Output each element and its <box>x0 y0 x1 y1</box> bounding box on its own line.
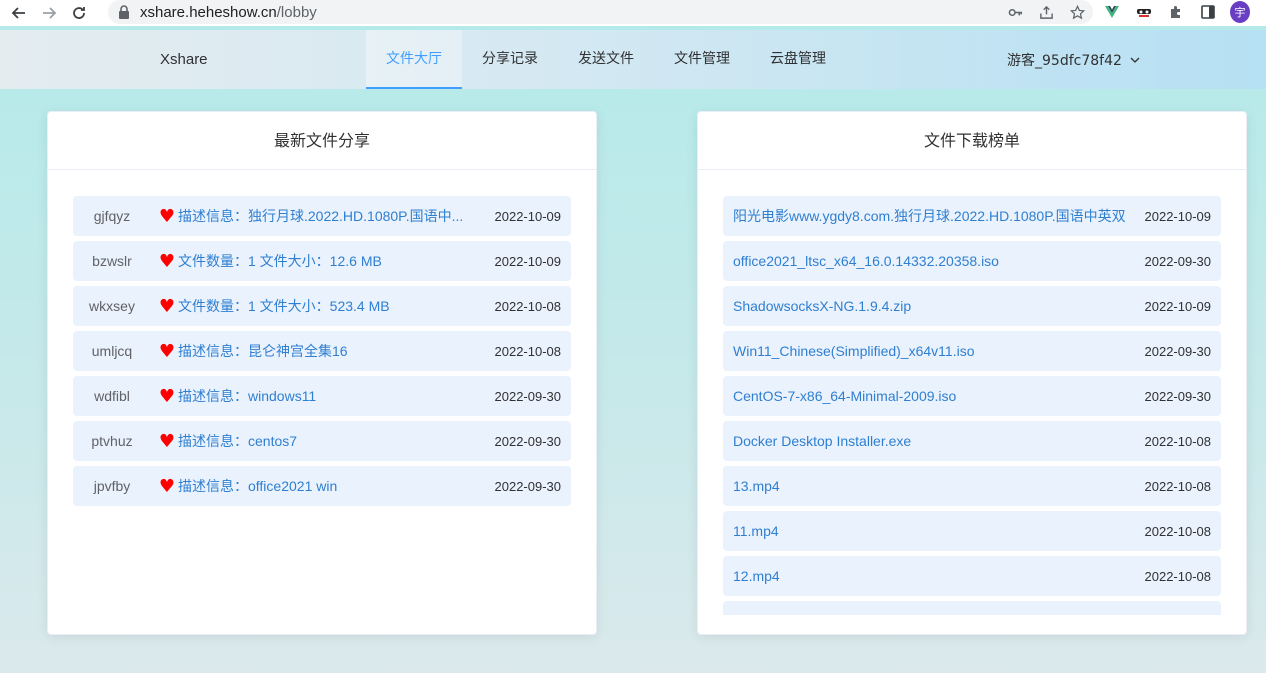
latest-shares-list: gjfqyz ♥ 描述信息：独行月球.2022.HD.1080P.国语中... 202… <box>73 196 571 511</box>
share-code: wkxsey <box>89 298 135 314</box>
file-name[interactable]: 11.mp4 <box>723 523 1133 539</box>
share-date: 2022-09-30 <box>494 433 562 449</box>
chevron-down-icon <box>1130 57 1140 63</box>
share-code: ptvhuz <box>91 433 133 449</box>
list-item[interactable]: ShadowsocksX-NG.1.9.4.zip 2022-10-09 <box>723 286 1221 326</box>
file-name[interactable]: 13.mp4 <box>723 478 1133 494</box>
download-ranking-list[interactable]: 阳光电影www.ygdy8.com.独行月球.2022.HD.1080P.国语中… <box>723 196 1221 615</box>
share-description[interactable]: 描述信息：独行月球.2022.HD.1080P.国语中... <box>178 206 478 226</box>
download-ranking-title: 文件下载榜单 <box>698 112 1246 170</box>
list-item[interactable]: gjfqyz ♥ 描述信息：独行月球.2022.HD.1080P.国语中... 202… <box>73 196 571 236</box>
tab-3[interactable]: 文件管理 <box>654 30 750 89</box>
share-code: umljcq <box>91 343 133 359</box>
share-date: 2022-10-08 <box>494 343 562 359</box>
address-bar[interactable]: xshare.heheshow.cn/lobby <box>108 0 1093 24</box>
extensions-puzzle-icon[interactable] <box>1166 2 1186 22</box>
download-date: 2022-10-09 <box>1144 298 1212 314</box>
list-item[interactable]: Win11_Chinese(Simplified)_x64v11.iso 2022… <box>723 331 1221 371</box>
share-description[interactable]: 描述信息：office2021 win <box>178 476 478 496</box>
share-description[interactable]: 文件数量：1 文件大小：12.6 MB <box>178 251 478 271</box>
incognito-extension-icon[interactable] <box>1134 2 1154 22</box>
download-date: 2022-09-30 <box>1144 388 1212 404</box>
share-date: 2022-10-09 <box>494 208 562 224</box>
app-navbar: Xshare 文件大厅 分享记录 发送文件 文件管理 云盘管理 游客_95dfc78f4… <box>0 30 1266 89</box>
url-path: /lobby <box>276 3 317 21</box>
list-item[interactable]: 11.mp4 2022-10-08 <box>723 511 1221 551</box>
download-date: 2022-10-08 <box>1144 478 1212 494</box>
share-description[interactable]: 描述信息：昆仑神宫全集16 <box>178 341 478 361</box>
lock-icon <box>119 5 129 19</box>
file-name[interactable]: ShadowsocksX-NG.1.9.4.zip <box>723 298 1133 314</box>
download-date: 2022-09-30 <box>1144 343 1212 359</box>
share-date: 2022-09-30 <box>494 478 562 494</box>
share-code: wdfibl <box>94 388 130 404</box>
browser-toolbar: xshare.heheshow.cn/lobby 宇 <box>0 0 1266 26</box>
url-host: xshare.heheshow.cn <box>140 3 277 21</box>
list-item[interactable]: 阳光电影www.ygdy8.com.独行月球.2022.HD.1080P.国语中… <box>723 196 1221 236</box>
latest-shares-card: 最新文件分享 gjfqyz ♥ 描述信息：独行月球.2022.HD.1080P.国语… <box>47 111 597 635</box>
download-date: 2022-10-08 <box>1144 523 1212 539</box>
tab-2[interactable]: 发送文件 <box>558 30 654 89</box>
user-menu[interactable]: 游客_95dfc78f42 <box>1007 30 1140 89</box>
download-date: 2022-10-08 <box>1144 568 1212 584</box>
tab-4[interactable]: 云盘管理 <box>750 30 846 89</box>
nav-tabs: 文件大厅 分享记录 发送文件 文件管理 云盘管理 <box>366 30 846 89</box>
share-description[interactable]: 文件数量：1 文件大小：523.4 MB <box>178 296 478 316</box>
download-date: 2022-10-09 <box>1144 208 1212 224</box>
list-item[interactable]: bzwslr ♥ 文件数量：1 文件大小：12.6 MB 2022-10-09 <box>73 241 571 281</box>
user-name: 游客_95dfc78f42 <box>1007 52 1122 69</box>
bookmark-star-icon[interactable] <box>1069 4 1086 21</box>
latest-shares-title: 最新文件分享 <box>48 112 596 170</box>
file-name[interactable]: 阳光电影www.ygdy8.com.独行月球.2022.HD.1080P.国语中… <box>723 206 1133 226</box>
profile-avatar[interactable]: 宇 <box>1230 1 1250 23</box>
key-icon[interactable] <box>1007 4 1024 21</box>
vue-devtools-icon[interactable] <box>1102 2 1122 22</box>
list-item[interactable]: jpvfby ♥ 描述信息：office2021 win 2022-09-30 <box>73 466 571 506</box>
heart-icon: ♥ <box>158 205 176 227</box>
share-date: 2022-10-09 <box>494 253 562 269</box>
heart-icon: ♥ <box>158 430 176 452</box>
file-name[interactable]: office2021_ltsc_x64_16.0.14332.20358.iso <box>723 253 1133 269</box>
list-item[interactable]: wkxsey ♥ 文件数量：1 文件大小：523.4 MB 2022-10-08 <box>73 286 571 326</box>
tab-1[interactable]: 分享记录 <box>462 30 558 89</box>
file-name[interactable]: Docker Desktop Installer.exe <box>723 433 1133 449</box>
share-description[interactable]: 描述信息：centos7 <box>178 431 478 451</box>
list-item[interactable]: 13.mp4 2022-10-08 <box>723 466 1221 506</box>
forward-icon[interactable] <box>38 2 60 24</box>
file-name[interactable]: Win11_Chinese(Simplified)_x64v11.iso <box>723 343 1133 359</box>
file-name[interactable]: CentOS-7-x86_64-Minimal-2009.iso <box>723 388 1133 404</box>
share-code: gjfqyz <box>93 208 131 224</box>
reload-icon[interactable] <box>68 2 90 24</box>
share-code: bzwslr <box>92 253 132 269</box>
list-item[interactable]: ptvhuz ♥ 描述信息：centos7 2022-09-30 <box>73 421 571 461</box>
brand-logo[interactable]: Xshare <box>160 30 208 89</box>
download-date: 2022-10-08 <box>1144 433 1212 449</box>
heart-icon: ♥ <box>158 250 176 272</box>
tab-0[interactable]: 文件大厅 <box>366 30 462 89</box>
heart-icon: ♥ <box>158 385 176 407</box>
list-item[interactable]: Docker Desktop Installer.exe 2022-10-08 <box>723 421 1221 461</box>
side-panel-icon[interactable] <box>1198 2 1218 22</box>
list-item[interactable]: 12.mp4 2022-10-08 <box>723 556 1221 596</box>
share-code: jpvfby <box>93 478 131 494</box>
list-item[interactable]: CentOS-7-x86_64-Minimal-2009.iso 2022-09-… <box>723 376 1221 416</box>
list-item[interactable]: umljcq ♥ 描述信息：昆仑神宫全集16 2022-10-08 <box>73 331 571 371</box>
list-item[interactable] <box>723 601 1221 615</box>
share-description[interactable]: 描述信息：windows11 <box>178 386 478 406</box>
file-name[interactable]: 12.mp4 <box>723 568 1133 584</box>
heart-icon: ♥ <box>158 340 176 362</box>
share-date: 2022-09-30 <box>494 388 562 404</box>
share-date: 2022-10-08 <box>494 298 562 314</box>
list-item[interactable]: office2021_ltsc_x64_16.0.14332.20358.iso… <box>723 241 1221 281</box>
list-item[interactable]: wdfibl ♥ 描述信息：windows11 2022-09-30 <box>73 376 571 416</box>
share-icon[interactable] <box>1038 4 1055 21</box>
download-ranking-card: 文件下载榜单 阳光电影www.ygdy8.com.独行月球.2022.HD.10… <box>697 111 1247 635</box>
heart-icon: ♥ <box>158 295 176 317</box>
heart-icon: ♥ <box>158 475 176 497</box>
profile-initial: 宇 <box>1230 1 1250 23</box>
back-icon[interactable] <box>8 2 30 24</box>
download-date: 2022-09-30 <box>1144 253 1212 269</box>
